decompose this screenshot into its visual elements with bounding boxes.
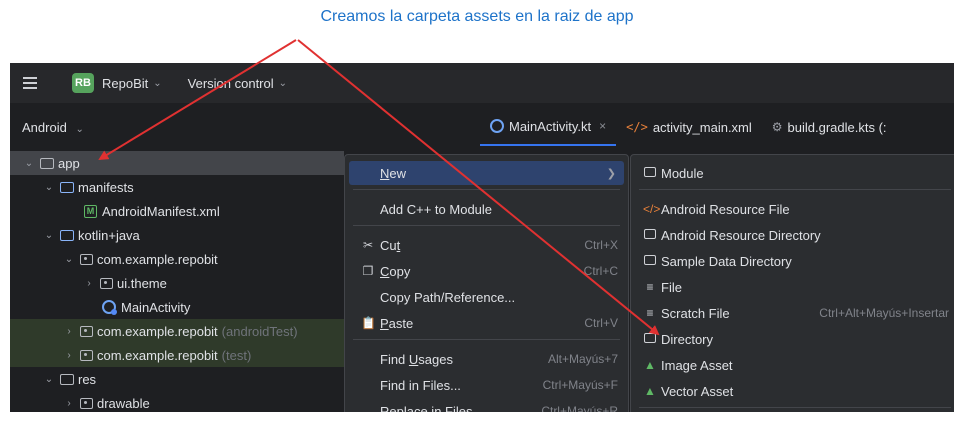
- annotation-arrows: [98, 39, 660, 336]
- annotation-arrow-to-directory: [297, 39, 660, 336]
- annotation-arrow-to-app: [98, 39, 297, 161]
